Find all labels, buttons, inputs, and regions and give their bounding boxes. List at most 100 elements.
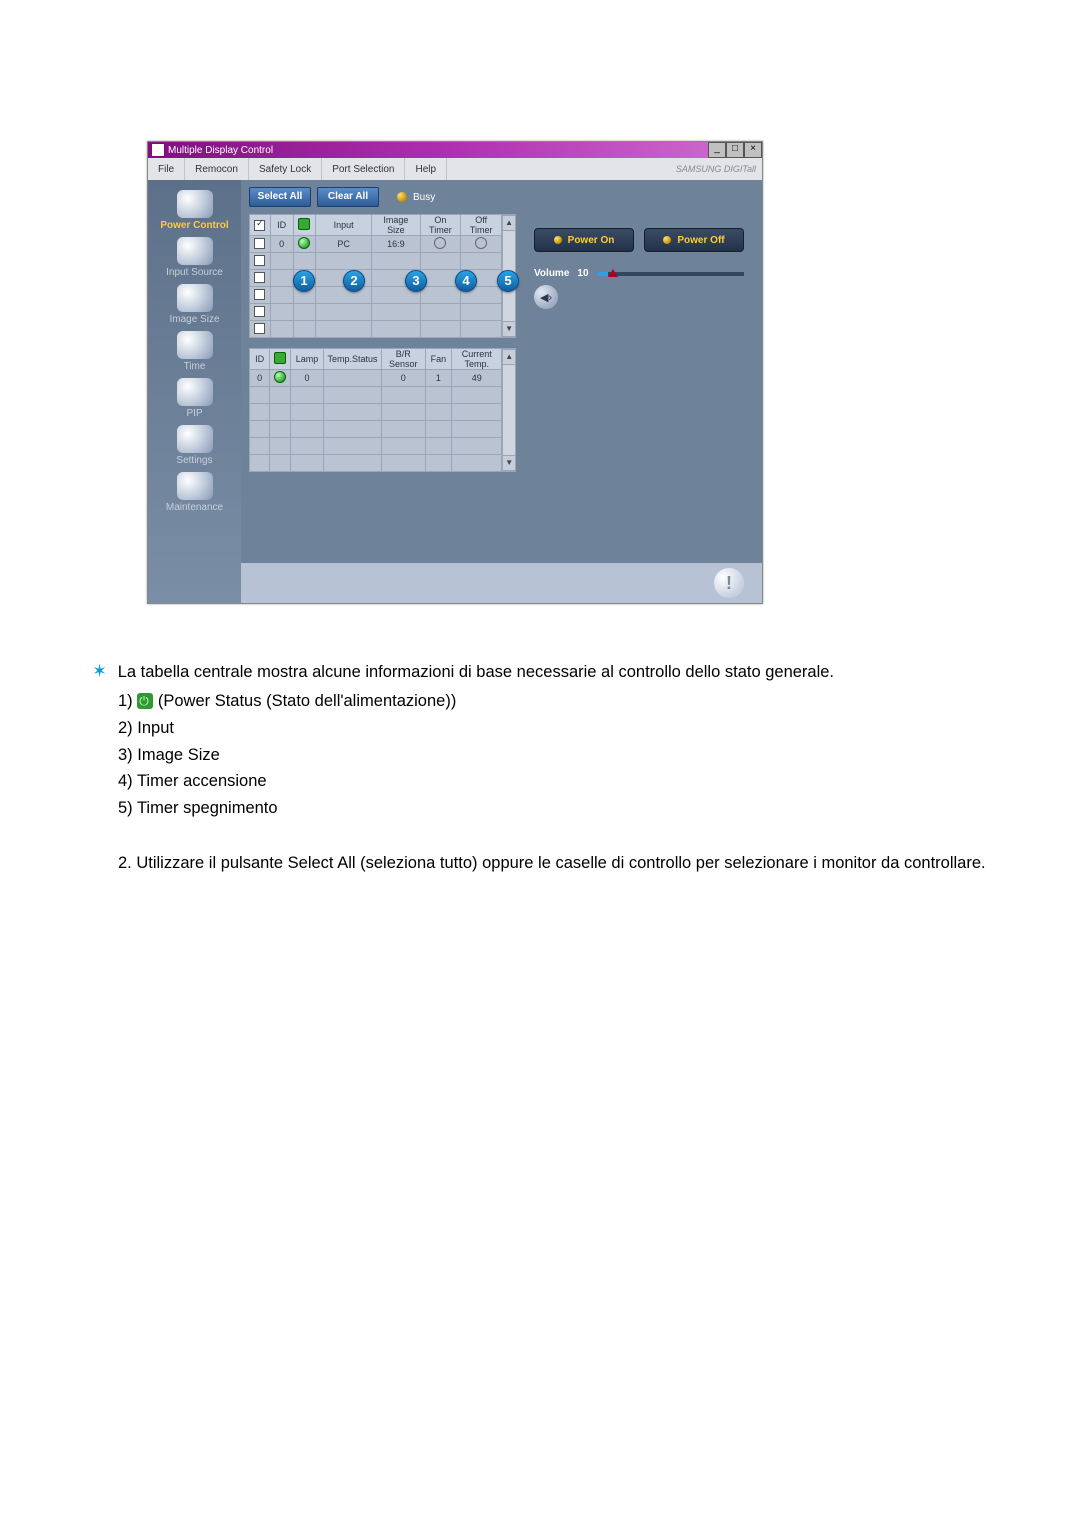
table2-scrollbar[interactable]: ▲ ▼ — [502, 348, 516, 472]
cell-current-temp: 49 — [452, 370, 502, 387]
list-item-5: 5) Timer spegnimento — [118, 796, 1050, 821]
intro-text: La tabella centrale mostra alcune inform… — [118, 663, 834, 681]
power-on-icon — [274, 371, 286, 383]
maintenance-icon — [177, 472, 213, 500]
power-status-icon — [137, 693, 153, 709]
pip-icon — [177, 378, 213, 406]
cell-temp-status — [324, 387, 382, 404]
busy-label: Busy — [413, 192, 435, 203]
row-checkbox[interactable] — [254, 272, 265, 283]
volume-slider[interactable] — [597, 272, 744, 276]
power-status-header-icon — [298, 218, 310, 230]
row-checkbox[interactable] — [254, 289, 265, 300]
sidebar-item-settings[interactable]: Settings — [155, 425, 235, 466]
sidebar-item-label: Settings — [176, 455, 212, 466]
sidebar-item-label: Image Size — [169, 314, 219, 325]
table-row[interactable] — [250, 321, 502, 338]
sidebar-item-image-size[interactable]: Image Size — [155, 284, 235, 325]
table-row[interactable]: 0PC16:9 — [250, 236, 502, 253]
cell-on-timer — [420, 287, 461, 304]
clear-all-button[interactable]: Clear All — [317, 187, 379, 207]
warning-icon[interactable]: ! — [714, 568, 744, 598]
status-bar: ! — [241, 563, 762, 603]
table-row[interactable] — [250, 387, 502, 404]
power-off-button[interactable]: Power Off — [644, 228, 744, 252]
sidebar-item-time[interactable]: Time — [155, 331, 235, 372]
sidebar-item-input-source[interactable]: Input Source — [155, 237, 235, 278]
row-checkbox[interactable] — [254, 255, 265, 266]
table-row[interactable] — [250, 253, 502, 270]
scroll-up-icon[interactable]: ▲ — [503, 215, 515, 231]
power-off-label: Power Off — [677, 235, 724, 246]
bullet-icon — [554, 236, 562, 244]
cell-id — [250, 404, 270, 421]
speaker-icon[interactable]: ◀› — [534, 285, 558, 309]
cell-id — [250, 387, 270, 404]
busy-icon — [397, 192, 407, 202]
status-table[interactable]: ID Lamp Temp.Status B/R Sensor Fan Curre… — [249, 348, 516, 472]
brand-label: SAMSUNG DIGITall — [676, 164, 756, 174]
cell-id — [250, 421, 270, 438]
col-id[interactable]: ID — [250, 349, 270, 370]
table-row[interactable]: 000149 — [250, 370, 502, 387]
cell-on-timer — [420, 321, 461, 338]
col-br-sensor[interactable]: B/R Sensor — [381, 349, 425, 370]
cell-br-sensor — [381, 438, 425, 455]
cell-fan — [425, 438, 451, 455]
header-checkbox[interactable] — [254, 220, 265, 231]
power-status-header-icon — [274, 352, 286, 364]
cell-id — [250, 438, 270, 455]
col-id[interactable]: ID — [270, 215, 293, 236]
sidebar-item-maintenance[interactable]: Maintenance — [155, 472, 235, 513]
cell-off-timer — [461, 236, 502, 253]
table-row[interactable] — [250, 404, 502, 421]
row-checkbox[interactable] — [254, 306, 265, 317]
displays-table[interactable]: ID Input Image Size On Timer Off Timer 0… — [249, 214, 516, 338]
minimize-button[interactable]: _ — [708, 142, 726, 158]
sidebar-item-pip[interactable]: PIP — [155, 378, 235, 419]
table-row[interactable] — [250, 421, 502, 438]
col-temp-status[interactable]: Temp.Status — [324, 349, 382, 370]
menu-safety-lock[interactable]: Safety Lock — [249, 158, 322, 180]
image-size-icon — [177, 284, 213, 312]
row-checkbox[interactable] — [254, 323, 265, 334]
cell-lamp — [291, 421, 324, 438]
col-fan[interactable]: Fan — [425, 349, 451, 370]
col-image-size[interactable]: Image Size — [372, 215, 420, 236]
cell-temp-status — [324, 438, 382, 455]
menu-remocon[interactable]: Remocon — [185, 158, 249, 180]
table-row[interactable] — [250, 304, 502, 321]
scroll-down-icon[interactable]: ▼ — [503, 321, 515, 337]
menu-port-selection[interactable]: Port Selection — [322, 158, 405, 180]
cell-fan — [425, 387, 451, 404]
app-window: Multiple Display Control _ □ × File Remo… — [147, 141, 763, 604]
select-all-button[interactable]: Select All — [249, 187, 311, 207]
maximize-button[interactable]: □ — [726, 142, 744, 158]
scroll-up-icon[interactable]: ▲ — [503, 349, 515, 365]
cell-id — [250, 455, 270, 472]
col-on-timer[interactable]: On Timer — [420, 215, 461, 236]
cell-fan — [425, 404, 451, 421]
title-bar[interactable]: Multiple Display Control _ □ × — [148, 142, 762, 158]
col-lamp[interactable]: Lamp — [291, 349, 324, 370]
menu-file[interactable]: File — [148, 158, 185, 180]
cell-off-timer — [461, 321, 502, 338]
close-button[interactable]: × — [744, 142, 762, 158]
power-on-button[interactable]: Power On — [534, 228, 634, 252]
col-off-timer[interactable]: Off Timer — [461, 215, 502, 236]
menu-help[interactable]: Help — [405, 158, 447, 180]
row-checkbox[interactable] — [254, 238, 265, 249]
callout-2: 2 — [343, 270, 365, 292]
cell-on-timer — [420, 253, 461, 270]
table-row[interactable] — [250, 438, 502, 455]
cell-input — [315, 253, 371, 270]
cell-id — [270, 321, 293, 338]
col-current-temp[interactable]: Current Temp. — [452, 349, 502, 370]
cell-input: PC — [315, 236, 371, 253]
scroll-down-icon[interactable]: ▼ — [503, 455, 515, 471]
cell-image-size: 16:9 — [372, 236, 420, 253]
col-input[interactable]: Input — [315, 215, 371, 236]
menu-bar: File Remocon Safety Lock Port Selection … — [148, 158, 762, 180]
sidebar-item-power-control[interactable]: Power Control — [155, 190, 235, 231]
table-row[interactable] — [250, 455, 502, 472]
